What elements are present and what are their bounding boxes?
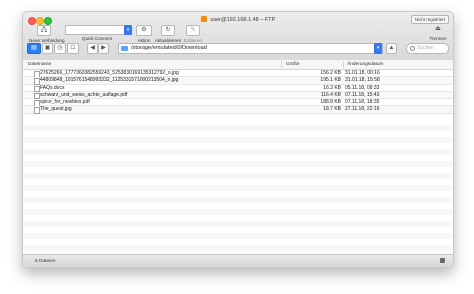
up-arrow-icon: ▲ [388,45,395,51]
column-header-modified[interactable]: Änderungsdatum [347,62,384,67]
column-divider[interactable] [343,61,344,68]
title-toolbar-area: user@192.168.1.48 – FTP Nicht registrier… [23,12,453,61]
file-count: 6 Dateien [35,259,56,264]
bookmarks-view-button[interactable]: ▣ [42,43,53,54]
path-dropdown-icon[interactable]: ▾ [374,43,382,54]
ftp-app-icon [200,16,207,22]
browser-view-button[interactable]: ▤ [27,43,41,54]
file-size: 156.2 KB [320,70,341,76]
column-divider[interactable] [281,61,282,68]
file-list-header: Dateiname Größe Änderungsdatum [23,60,453,70]
file-name: 27625266_1777360382559243_52538301691353… [40,70,179,76]
clock-icon: ◷ [57,45,63,51]
file-size: 188.8 KB [320,99,341,105]
file-row[interactable]: FAQs.docx 16.3 KB 05.11.18, 09:33 [23,85,453,92]
quick-connect-input[interactable] [65,25,127,35]
refresh-button[interactable]: ↻ Aktualisieren [154,25,182,43]
file-modified-date: 05.11.18, 09:33 [345,84,380,91]
new-connection-button[interactable]: 🖧 Neue Verbindung [29,25,65,43]
edit-button[interactable]: ✎ Editieren [183,25,203,43]
file-modified-date: 31.01.18, 00:16 [345,70,380,76]
window-title: user@192.168.1.48 – FTP [210,17,276,23]
quick-connect-dropdown-icon[interactable]: ▾ [124,25,132,35]
file-list: 27625266_1777360382559243_52538301691353… [23,70,453,114]
file-row[interactable]: schwarz_und_weiss_achte_auflage.pdf 116.… [23,91,453,100]
edit-icon: ✎ [186,25,200,36]
book-icon: ▣ [44,45,51,51]
back-arrow-icon: ◀ [90,45,95,51]
file-row[interactable]: spice_for_newbies.pdf 188.8 KB 07.11.18,… [23,99,453,107]
file-size: 16.3 KB [323,84,341,91]
file-modified-date: 07.11.18, 15:43 [345,91,380,98]
window-title-group: user@192.168.1.48 – FTP [23,16,453,23]
forward-arrow-icon: ▶ [101,45,106,51]
back-button[interactable]: ◀ [87,43,98,54]
file-size: 18.7 KB [323,106,341,113]
bonjour-icon: ☖ [70,45,76,51]
file-size: 195.1 KB [320,77,341,84]
file-name: The_quest.jpg [40,106,72,113]
column-header-size[interactable]: Größe [286,62,300,67]
status-bar: 6 Dateien [23,254,453,267]
registration-badge[interactable]: Nicht registriert [410,15,449,24]
file-name: FAQs.docx [40,84,65,91]
disconnect-label: Trennen [429,36,447,41]
column-header-filename[interactable]: Dateiname [28,62,51,67]
file-row[interactable]: The_quest.jpg 18.7 KB 27.11.18, 22:16 [23,106,453,114]
navigation-bar: ▤ ▣ ◷ ☖ ◀ ▶ /storage/emulated/0/Download… [23,42,453,54]
file-list-empty-space[interactable] [23,119,453,255]
search-field[interactable]: Suchen [406,43,449,54]
bonjour-view-button[interactable]: ☖ [67,43,79,54]
ftp-browser-window: user@192.168.1.48 – FTP Nicht registrier… [22,11,454,268]
eject-icon: ⏏ [435,26,441,32]
file-modified-date: 07.11.18, 18:35 [345,99,380,105]
file-row[interactable]: 44809848_1015761548993332_11253315710002… [23,77,453,85]
file-row[interactable]: 27625266_1777360382559243_52538301691353… [23,70,453,78]
new-connection-icon: 🖧 [37,25,51,36]
file-name: 44809848_1015761548993332_11253315710002… [40,77,179,84]
action-button[interactable]: ⚙ Aktion [136,25,152,43]
gear-icon: ⚙ [136,25,152,36]
parent-directory-button[interactable]: ▲ [386,43,397,54]
file-name: spice_for_newbies.pdf [40,99,90,105]
refresh-icon: ↻ [161,25,175,36]
file-name: schwarz_und_weiss_achte_auflage.pdf [40,91,128,98]
disconnect-button[interactable]: ⏏ Trennen [427,25,449,41]
search-icon [410,46,415,51]
history-view-button[interactable]: ◷ [54,43,66,54]
forward-button[interactable]: ▶ [98,43,109,54]
folder-icon [121,46,128,51]
path-selector[interactable]: /storage/emulated/0/Download [118,43,383,54]
search-placeholder: Suchen [417,45,434,51]
lock-icon [440,258,445,263]
current-path: /storage/emulated/0/Download [131,45,207,51]
file-modified-date: 27.11.18, 22:16 [345,106,380,113]
quick-connect-label: Quick Connect [81,36,113,41]
file-size: 116.4 KB [320,91,341,98]
browser-icon: ▤ [31,45,37,51]
file-modified-date: 31.01.18, 15:58 [345,77,380,84]
